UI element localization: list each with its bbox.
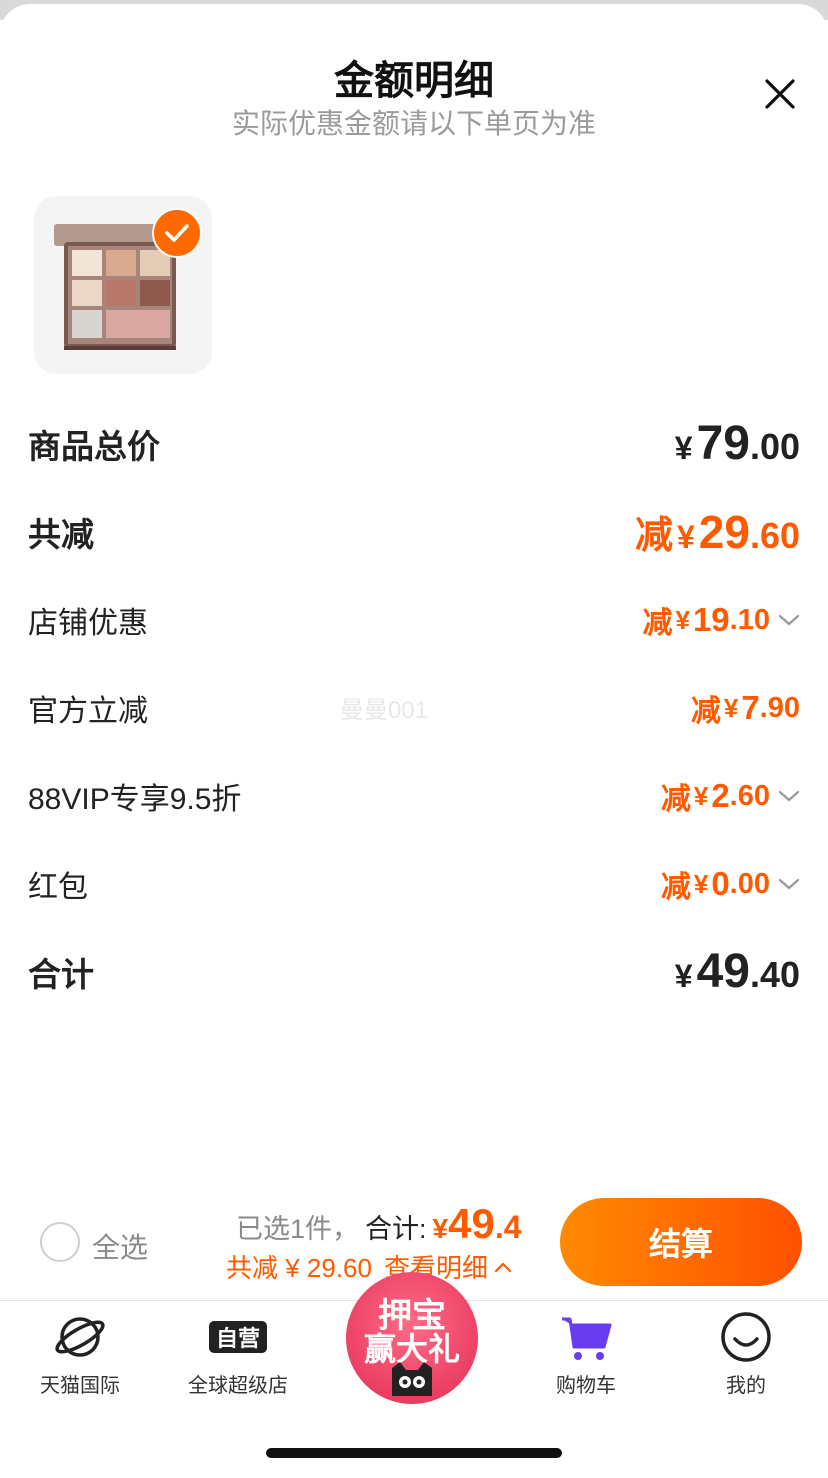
row-red-packet[interactable]: 红包 减 ¥ 0 .00 — [28, 862, 800, 906]
currency-symbol: ¥ — [676, 519, 695, 555]
home-indicator — [266, 1448, 562, 1458]
amount-decimal: .90 — [759, 691, 800, 724]
cart-icon — [562, 1317, 612, 1360]
amount-integer: 19 — [692, 601, 730, 638]
tab-label: 天猫国际 — [40, 1375, 120, 1397]
currency-symbol: ¥ — [693, 868, 709, 899]
total-discount-value: 减 ¥ 29 .60 — [635, 504, 800, 559]
amount-decimal: .00 — [749, 426, 800, 467]
row-total-discount: 共减 减 ¥ 29 .60 — [28, 504, 800, 559]
currency-symbol: ¥ — [674, 430, 693, 466]
select-all-radio[interactable] — [40, 1222, 80, 1262]
view-detail-link[interactable]: 共减 ¥ 29.60 查看明细 — [226, 1248, 512, 1285]
vip-discount-value: 减 ¥ 2 .60 — [661, 774, 800, 818]
discount-prefix: 减 — [690, 695, 721, 728]
chevron-down-icon[interactable] — [778, 613, 800, 627]
amount-integer: 7 — [741, 689, 760, 726]
total-label: 合计: — [365, 1214, 427, 1244]
chevron-up-icon — [494, 1261, 512, 1272]
tmall-cat-icon — [392, 1362, 432, 1396]
total-price-value: ¥ 79 .00 — [675, 416, 800, 471]
currency-symbol: ¥ — [693, 780, 709, 811]
close-icon[interactable] — [758, 72, 802, 116]
tab-global-super-store[interactable]: 自营 全球超级店 — [168, 1311, 308, 1398]
official-discount-label: 官方立减 — [28, 695, 148, 728]
sheet-subtitle: 实际优惠金额请以下单页为准 — [231, 108, 596, 139]
currency-symbol: ¥ — [723, 692, 739, 723]
selected-count: 已选1件， — [236, 1214, 360, 1244]
row-vip-discount[interactable]: 88VIP专享9.5折 减 ¥ 2 .60 — [28, 774, 800, 818]
currency-symbol: ¥ — [675, 604, 690, 635]
total-currency: ¥ — [432, 1213, 449, 1244]
tab-cart[interactable]: 购物车 — [516, 1311, 656, 1398]
svg-text:自营: 自营 — [216, 1326, 260, 1352]
total-decimal: .4 — [494, 1209, 522, 1245]
total-discount-label: 共减 — [28, 515, 94, 553]
grand-total-label: 合计 — [28, 955, 94, 993]
sheet-title: 金额明细 — [334, 59, 494, 103]
amount-integer: 2 — [711, 777, 730, 814]
tab-label: 全球超级店 — [188, 1375, 288, 1397]
tab-label: 我的 — [726, 1375, 766, 1397]
discount-prefix: 减 — [642, 607, 673, 640]
discount-prefix: 减 — [660, 783, 691, 816]
amount-integer: 29 — [698, 506, 750, 558]
red-packet-value: 减 ¥ 0 .00 — [661, 862, 800, 906]
planet-icon — [55, 1317, 105, 1357]
self-operated-icon: 自营 — [209, 1321, 267, 1353]
discount-prefix: 减 — [660, 871, 691, 904]
promo-badge-button[interactable]: 押宝 赢大礼 — [346, 1272, 478, 1404]
amount-decimal: .40 — [749, 954, 800, 995]
total-integer: 49 — [448, 1200, 495, 1247]
store-discount-label: 店铺优惠 — [28, 607, 148, 640]
amount-decimal: .60 — [749, 515, 800, 556]
chevron-down-icon[interactable] — [778, 877, 800, 891]
amount-integer: 49 — [696, 945, 750, 998]
tab-label: 购物车 — [556, 1375, 616, 1397]
row-total-price: 商品总价 ¥ 79 .00 — [28, 416, 800, 471]
red-packet-label: 红包 — [28, 871, 88, 904]
amount-decimal: .00 — [729, 867, 770, 900]
amount-decimal: .60 — [729, 779, 770, 812]
store-discount-value: 减 ¥ 19 .10 — [642, 598, 800, 642]
select-all-label[interactable]: 全选 — [92, 1226, 148, 1266]
selected-check-icon[interactable] — [152, 208, 202, 258]
grand-total-value: ¥ 49 .40 — [675, 944, 800, 999]
currency-symbol: ¥ — [674, 958, 693, 994]
row-store-discount[interactable]: 店铺优惠 减 ¥ 19 .10 — [28, 598, 800, 642]
selected-summary: 已选1件， 合计: ¥ 49 .4 — [236, 1200, 522, 1248]
watermark-text: 曼曼001 — [340, 697, 429, 724]
discount-summary: 共减 ¥ 29.60 — [226, 1253, 372, 1283]
amount-decimal: .10 — [729, 603, 770, 636]
discount-prefix: 减 — [634, 515, 673, 557]
tab-tmall-global[interactable]: 天猫国际 — [10, 1311, 150, 1398]
checkout-button[interactable]: 结算 — [560, 1198, 802, 1286]
tab-mine[interactable]: 我的 — [676, 1311, 816, 1398]
chevron-down-icon[interactable] — [778, 789, 800, 803]
amount-integer: 79 — [696, 417, 750, 470]
amount-integer: 0 — [711, 865, 730, 902]
vip-discount-label: 88VIP专享9.5折 — [28, 783, 242, 816]
official-discount-value: 减 ¥ 7 .90 — [691, 686, 800, 730]
total-price-label: 商品总价 — [28, 427, 160, 465]
smile-icon — [721, 1312, 771, 1362]
row-grand-total: 合计 ¥ 49 .40 — [28, 944, 800, 999]
